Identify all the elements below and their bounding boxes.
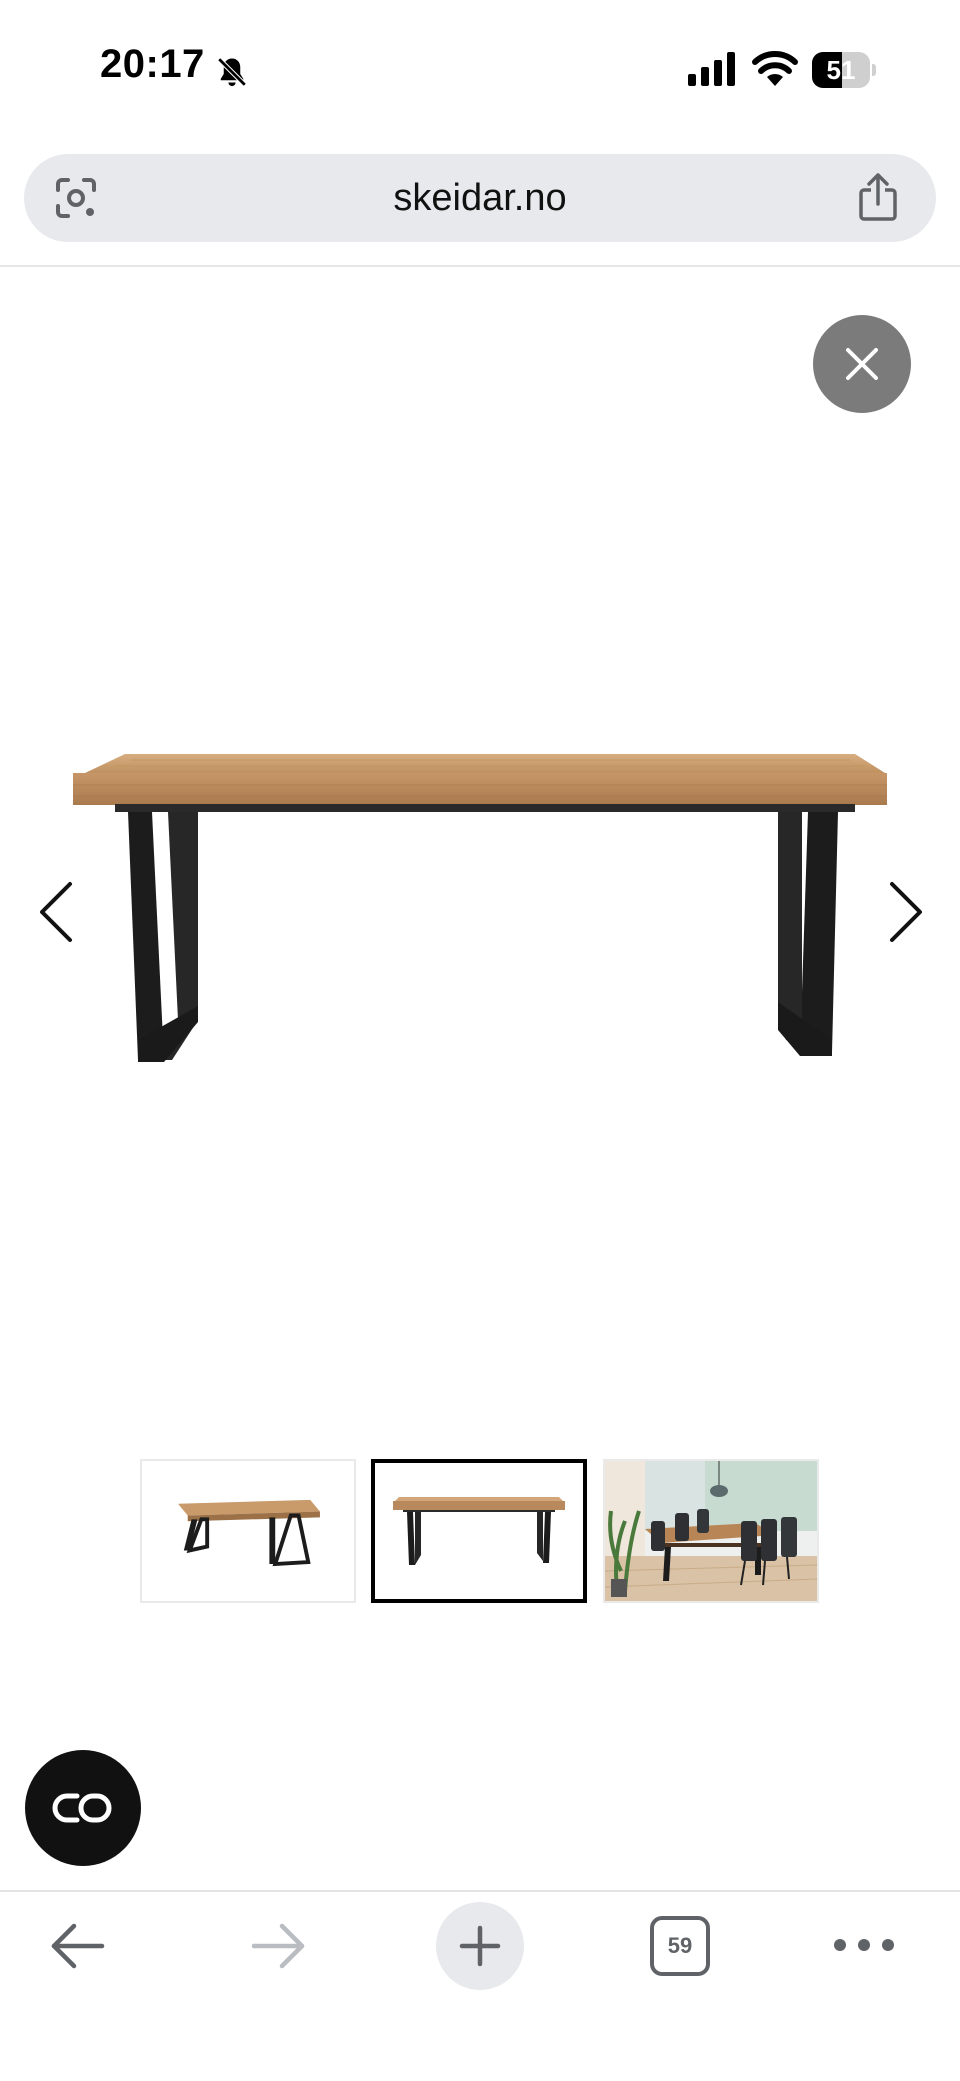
- share-icon[interactable]: [856, 172, 900, 222]
- more-dots-icon[interactable]: [832, 1930, 896, 1960]
- forward-arrow-icon[interactable]: [248, 1920, 308, 1972]
- table-angled-thumbnail-image: [178, 1499, 320, 1567]
- link-icon: [52, 1793, 112, 1823]
- battery-percent: 51: [826, 55, 856, 85]
- toolbar-divider: [0, 1890, 960, 1892]
- tabs-button[interactable]: 59: [650, 1916, 710, 1976]
- plus-icon: [459, 1925, 501, 1967]
- close-icon: [846, 348, 878, 380]
- status-time: 20:17: [100, 42, 205, 86]
- chevron-right-icon[interactable]: [872, 872, 932, 952]
- close-button[interactable]: [813, 315, 911, 413]
- cellular-signal-icon: [688, 52, 735, 86]
- thumbnail-angled-table[interactable]: [140, 1459, 356, 1603]
- battery-icon: 51: [812, 52, 876, 88]
- chevron-left-icon[interactable]: [30, 872, 90, 952]
- url-text[interactable]: skeidar.no: [200, 170, 760, 226]
- thumbnail-front-table[interactable]: [371, 1459, 587, 1603]
- back-arrow-icon[interactable]: [48, 1920, 108, 1972]
- product-main-image: [73, 754, 887, 1062]
- tab-count: 59: [667, 1933, 693, 1958]
- table-front-thumbnail-image: [393, 1497, 565, 1565]
- thumbnail-dining-room[interactable]: [603, 1459, 819, 1603]
- floating-link-button[interactable]: [25, 1750, 141, 1866]
- bell-slash-icon: [217, 57, 247, 87]
- wifi-icon: [752, 51, 798, 86]
- dining-room-thumbnail-image: [605, 1461, 817, 1601]
- address-bar-divider: [0, 265, 960, 267]
- new-tab-button[interactable]: [436, 1902, 524, 1990]
- google-lens-icon[interactable]: [52, 174, 100, 222]
